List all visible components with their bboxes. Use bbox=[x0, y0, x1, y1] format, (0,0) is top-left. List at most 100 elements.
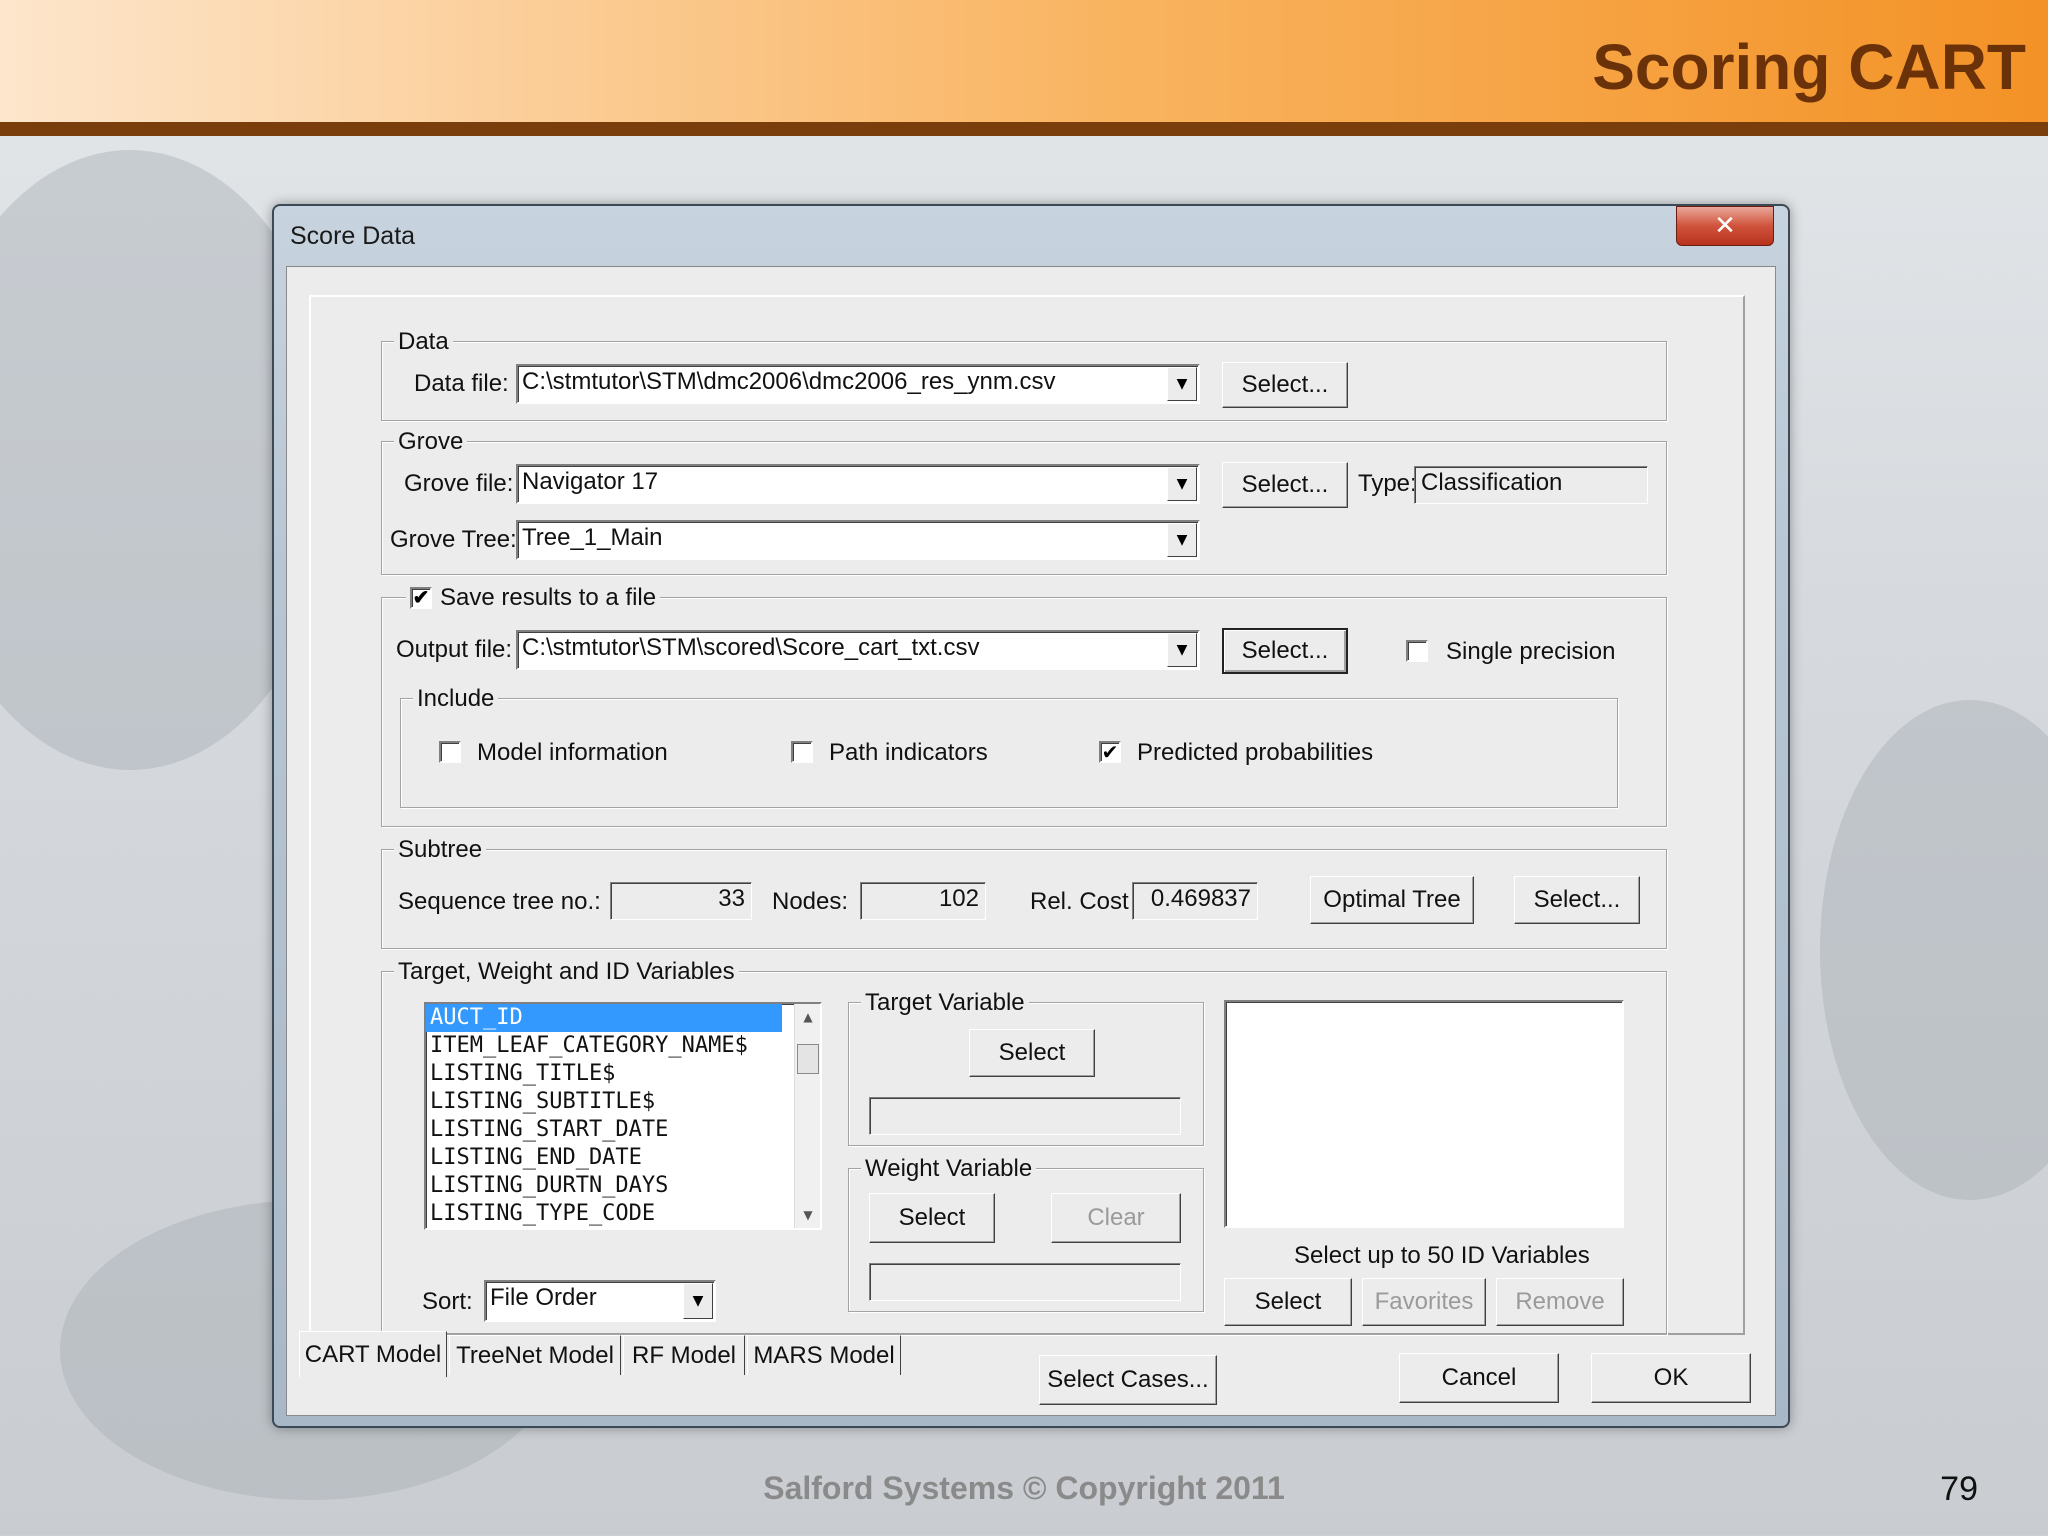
sort-value: File Order bbox=[490, 1284, 597, 1311]
rel-cost-field: 0.469837 bbox=[1132, 882, 1258, 920]
weight-clear-button[interactable]: Clear bbox=[1051, 1193, 1181, 1243]
scroll-thumb[interactable] bbox=[797, 1044, 819, 1074]
nodes-field: 102 bbox=[860, 882, 986, 920]
path-indicators-checkbox[interactable] bbox=[791, 741, 813, 763]
list-item[interactable]: LISTING_START_DATE bbox=[426, 1116, 782, 1144]
grove-group: Grove Grove file: Navigator 17 ▼ Select.… bbox=[381, 428, 1667, 575]
page-number: 79 bbox=[1940, 1470, 1978, 1508]
id-variables-box[interactable] bbox=[1224, 1000, 1624, 1228]
chevron-down-icon[interactable]: ▼ bbox=[1167, 367, 1197, 401]
target-variable-group: Target Variable Select bbox=[848, 989, 1204, 1146]
tab-cart-model[interactable]: CART Model bbox=[299, 1331, 447, 1377]
subtree-legend: Subtree bbox=[394, 836, 487, 864]
grove-file-select-button[interactable]: Select... bbox=[1222, 462, 1348, 508]
chevron-down-icon[interactable]: ▼ bbox=[1167, 633, 1197, 667]
model-information-label: Model information bbox=[477, 739, 668, 766]
close-icon: ✕ bbox=[1714, 211, 1736, 241]
sequence-tree-label: Sequence tree no.: bbox=[398, 888, 601, 915]
tab-rf-model[interactable]: RF Model bbox=[623, 1335, 745, 1375]
weight-variable-legend: Weight Variable bbox=[861, 1155, 1037, 1183]
slide-header-bar bbox=[0, 122, 2048, 136]
grove-group-legend: Grove bbox=[394, 428, 468, 456]
predicted-probabilities-label: Predicted probabilities bbox=[1137, 739, 1374, 766]
select-cases-button[interactable]: Select Cases... bbox=[1039, 1355, 1217, 1405]
score-data-dialog: Score Data ✕ Data Data file: C:\stmtutor… bbox=[272, 204, 1790, 1428]
single-precision-label: Single precision bbox=[1446, 638, 1616, 665]
scroll-up-icon[interactable]: ▲ bbox=[795, 1004, 820, 1030]
variables-group: Target, Weight and ID Variables AUCT_ID I… bbox=[381, 958, 1667, 1335]
data-group: Data Data file: C:\stmtutor\STM\dmc2006\… bbox=[381, 328, 1667, 421]
path-indicators-label: Path indicators bbox=[829, 739, 988, 766]
slide-title: Scoring CART bbox=[1592, 31, 2026, 103]
predicted-probabilities-checkbox[interactable]: ✔ bbox=[1099, 741, 1121, 763]
chevron-down-icon[interactable]: ▼ bbox=[683, 1283, 713, 1319]
grove-file-value: Navigator 17 bbox=[522, 468, 659, 495]
output-file-value: C:\stmtutor\STM\scored\Score_cart_txt.cs… bbox=[522, 634, 980, 661]
target-variable-field bbox=[869, 1097, 1181, 1135]
check-icon: ✔ bbox=[1101, 740, 1119, 764]
data-file-value: C:\stmtutor\STM\dmc2006\dmc2006_res_ynm.… bbox=[522, 368, 1056, 395]
list-item[interactable]: LISTING_DURTN_DAYS bbox=[426, 1172, 782, 1200]
save-results-group: ✔ Save results to a file Output file: C:… bbox=[381, 584, 1667, 827]
grove-tree-label: Grove Tree: bbox=[390, 526, 517, 553]
weight-variable-group: Weight Variable Select Clear bbox=[848, 1155, 1204, 1312]
grove-tree-combo[interactable]: Tree_1_Main ▼ bbox=[516, 520, 1200, 560]
sort-label: Sort: bbox=[422, 1288, 473, 1315]
nodes-label: Nodes: bbox=[772, 888, 849, 915]
sort-combo[interactable]: File Order ▼ bbox=[484, 1280, 716, 1322]
id-variables-caption: Select up to 50 ID Variables bbox=[1294, 1242, 1590, 1269]
data-file-label: Data file: bbox=[414, 370, 509, 397]
dialog-client-area: Data Data file: C:\stmtutor\STM\dmc2006\… bbox=[286, 266, 1776, 1416]
grove-type-field: Classification bbox=[1414, 466, 1648, 504]
subtree-select-button[interactable]: Select... bbox=[1514, 876, 1640, 924]
subtree-group: Subtree Sequence tree no.: 33 Nodes: 102… bbox=[381, 836, 1667, 949]
variables-listbox[interactable]: AUCT_ID ITEM_LEAF_CATEGORY_NAME$ LISTING_T… bbox=[424, 1002, 822, 1230]
scroll-down-icon[interactable]: ▼ bbox=[795, 1202, 820, 1228]
output-file-combo[interactable]: C:\stmtutor\STM\scored\Score_cart_txt.cs… bbox=[516, 630, 1200, 670]
grove-file-combo[interactable]: Navigator 17 ▼ bbox=[516, 464, 1200, 504]
output-file-select-button[interactable]: Select... bbox=[1222, 628, 1348, 674]
chevron-down-icon[interactable]: ▼ bbox=[1167, 467, 1197, 501]
slide-footer: Salford Systems © Copyright 2011 bbox=[763, 1470, 1285, 1506]
model-information-checkbox[interactable] bbox=[439, 741, 461, 763]
window-title: Score Data bbox=[290, 222, 416, 250]
weight-select-button[interactable]: Select bbox=[869, 1193, 995, 1243]
favorites-button[interactable]: Favorites bbox=[1362, 1278, 1486, 1326]
save-results-checkbox[interactable]: ✔ bbox=[410, 587, 432, 609]
variables-list: AUCT_ID ITEM_LEAF_CATEGORY_NAME$ LISTING_T… bbox=[426, 1004, 820, 1228]
chevron-down-icon[interactable]: ▼ bbox=[1167, 523, 1197, 557]
close-button[interactable]: ✕ bbox=[1676, 206, 1774, 246]
include-group: Include Model information Path indicator… bbox=[400, 685, 1618, 808]
variables-legend: Target, Weight and ID Variables bbox=[394, 958, 739, 986]
tab-panel: Data Data file: C:\stmtutor\STM\dmc2006\… bbox=[309, 295, 1745, 1335]
tab-treenet-model[interactable]: TreeNet Model bbox=[449, 1335, 621, 1375]
list-item[interactable]: LISTING_TITLE$ bbox=[426, 1060, 782, 1088]
target-select-button[interactable]: Select bbox=[969, 1029, 1095, 1077]
id-select-button[interactable]: Select bbox=[1224, 1278, 1352, 1326]
save-results-legend: ✔ Save results to a file bbox=[406, 584, 661, 612]
listbox-scrollbar[interactable]: ▲ ▼ bbox=[794, 1004, 820, 1228]
check-icon: ✔ bbox=[412, 587, 430, 609]
remove-button[interactable]: Remove bbox=[1496, 1278, 1624, 1326]
background-tree-shape bbox=[1820, 700, 2048, 1200]
target-variable-legend: Target Variable bbox=[861, 989, 1029, 1017]
list-item[interactable]: LISTING_TYPE_CODE bbox=[426, 1200, 782, 1228]
optimal-tree-button[interactable]: Optimal Tree bbox=[1310, 876, 1474, 924]
list-item[interactable]: AUCT_ID bbox=[426, 1004, 782, 1032]
tab-mars-model[interactable]: MARS Model bbox=[747, 1335, 901, 1375]
ok-button[interactable]: OK bbox=[1591, 1353, 1751, 1403]
sequence-tree-field: 33 bbox=[610, 882, 752, 920]
list-item[interactable]: ITEM_LEAF_CATEGORY_NAME$ bbox=[426, 1032, 782, 1060]
data-group-legend: Data bbox=[394, 328, 453, 356]
single-precision-checkbox[interactable] bbox=[1406, 640, 1428, 662]
data-file-select-button[interactable]: Select... bbox=[1222, 362, 1348, 408]
list-item[interactable]: LISTING_SUBTITLE$ bbox=[426, 1088, 782, 1116]
grove-file-label: Grove file: bbox=[404, 470, 514, 497]
list-item[interactable]: LISTING_END_DATE bbox=[426, 1144, 782, 1172]
include-legend: Include bbox=[413, 685, 499, 713]
save-results-label: Save results to a file bbox=[440, 584, 657, 611]
cancel-button[interactable]: Cancel bbox=[1399, 1353, 1559, 1403]
grove-tree-value: Tree_1_Main bbox=[522, 524, 663, 551]
data-file-combo[interactable]: C:\stmtutor\STM\dmc2006\dmc2006_res_ynm.… bbox=[516, 364, 1200, 404]
weight-variable-field bbox=[869, 1263, 1181, 1301]
